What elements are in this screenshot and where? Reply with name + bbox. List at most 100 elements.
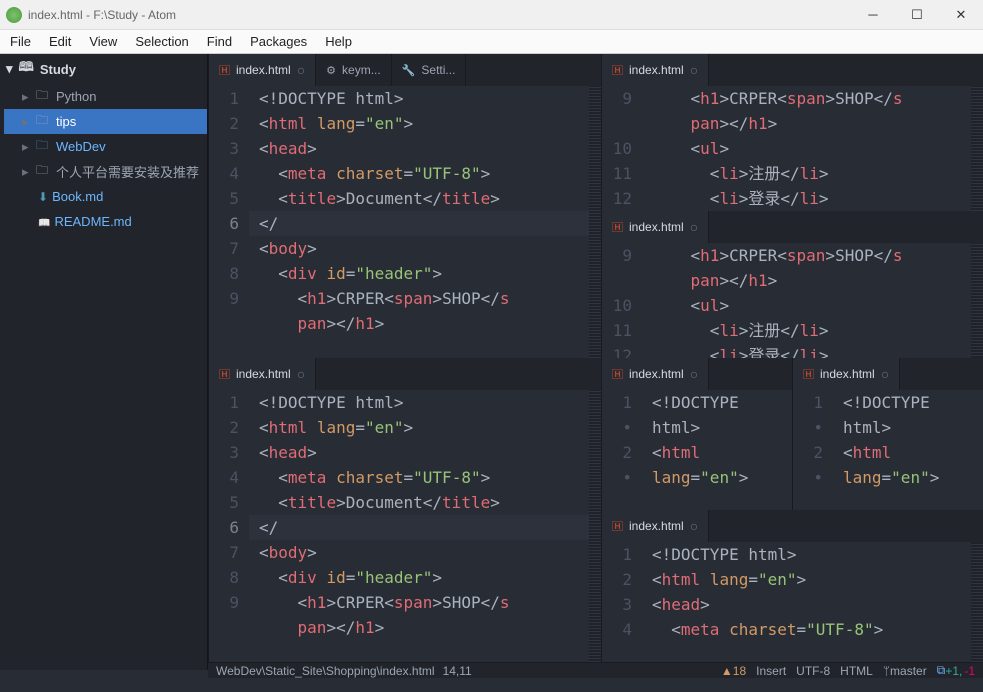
close-icon[interactable]: ○ bbox=[297, 62, 305, 78]
code-content[interactable]: <!DOCTYPE html> <html lang="en"> <head> … bbox=[642, 542, 983, 662]
tree-file-book-md[interactable]: Book.md bbox=[4, 184, 207, 209]
status-git-additions[interactable]: +1, bbox=[945, 664, 962, 678]
code-editor[interactable]: 1•2• <!DOCTYPE html> <html lang="en"> bbox=[793, 390, 983, 510]
code-content[interactable]: <!DOCTYPE html> <html lang="en"> <head> … bbox=[249, 86, 601, 358]
line-gutter: 123456789 bbox=[209, 390, 249, 662]
code-editor[interactable]: 1•2• <!DOCTYPE html> <html lang="en"> bbox=[602, 390, 792, 510]
git-branch-icon: ᛘ bbox=[883, 664, 890, 678]
tree-label: Book.md bbox=[52, 189, 103, 204]
menu-file[interactable]: File bbox=[10, 34, 31, 49]
code-content[interactable]: <h1>CRPER<span>SHOP</s pan></h1> <ul> <l… bbox=[642, 86, 983, 211]
lint-count[interactable]: 18 bbox=[733, 664, 746, 678]
tree-label: tips bbox=[56, 114, 76, 129]
code-editor[interactable]: 123456789 <!DOCTYPE html> <html lang="en… bbox=[209, 86, 601, 358]
menu-help[interactable]: Help bbox=[325, 34, 352, 49]
menu-edit[interactable]: Edit bbox=[49, 34, 71, 49]
html-file-icon bbox=[219, 366, 230, 382]
editor-pane-top-left: index.html ○ keym... Setti... bbox=[208, 54, 601, 358]
tree-folder-platform[interactable]: ▸ 个人平台需要安装及推荐 bbox=[4, 159, 207, 184]
code-content[interactable]: <!DOCTYPE html> <html lang="en"> bbox=[642, 390, 792, 510]
editor-pane-top-right-2: index.html ○ 9101112 <h1>CRPER<span>SHOP… bbox=[601, 211, 983, 368]
close-icon[interactable]: ○ bbox=[690, 518, 698, 534]
minimap[interactable] bbox=[971, 542, 983, 662]
minimap[interactable] bbox=[589, 86, 601, 358]
tab-bar: index.html ○ bbox=[793, 358, 983, 390]
html-file-icon bbox=[612, 62, 623, 78]
code-content[interactable]: <h1>CRPER<span>SHOP</s pan></h1> <ul> <l… bbox=[642, 243, 983, 368]
editor-pane-bottom-right-3: index.html ○ 1234 <!DOCTYPE html> <html … bbox=[601, 510, 983, 662]
chevron-right-icon: ▸ bbox=[22, 114, 34, 130]
menu-find[interactable]: Find bbox=[207, 34, 232, 49]
tab-index-html[interactable]: index.html ○ bbox=[602, 211, 709, 243]
chevron-right-icon: ▸ bbox=[22, 164, 34, 180]
line-gutter: 9101112 bbox=[602, 243, 642, 368]
tab-bar: index.html ○ keym... Setti... bbox=[209, 54, 601, 86]
line-gutter: 123456789 bbox=[209, 86, 249, 358]
line-gutter: 1234 bbox=[602, 542, 642, 662]
status-encoding[interactable]: UTF-8 bbox=[796, 664, 830, 678]
project-root[interactable]: ▾ 🕮 Study bbox=[0, 54, 207, 84]
tab-index-html[interactable]: index.html ○ bbox=[602, 54, 709, 86]
tab-bar: index.html ○ bbox=[602, 54, 983, 86]
close-icon[interactable]: ○ bbox=[690, 62, 698, 78]
tree-file-readme-md[interactable]: README.md bbox=[4, 209, 207, 234]
tab-index-html[interactable]: index.html ○ bbox=[793, 358, 900, 390]
file-tree-sidebar: ▾ 🕮 Study ▸ Python ▸ tips ▸ WebDev ▸ bbox=[0, 54, 208, 670]
tab-index-html[interactable]: index.html ○ bbox=[209, 54, 316, 86]
status-insert-mode[interactable]: Insert bbox=[756, 664, 786, 678]
chevron-right-icon: ▸ bbox=[22, 139, 34, 155]
book-icon: 🕮 bbox=[19, 58, 34, 80]
wrench-icon bbox=[402, 63, 416, 77]
close-icon[interactable]: ○ bbox=[690, 366, 698, 382]
tab-keymap[interactable]: keym... bbox=[316, 54, 392, 86]
chevron-right-icon: ▸ bbox=[22, 89, 34, 105]
git-diff-icon: ⧉ bbox=[937, 663, 946, 678]
minimize-button[interactable]: ─ bbox=[851, 0, 895, 30]
minimap[interactable] bbox=[589, 390, 601, 662]
minimap[interactable] bbox=[971, 86, 983, 211]
code-editor[interactable]: 9101112 <h1>CRPER<span>SHOP</s pan></h1>… bbox=[602, 243, 983, 368]
html-file-icon bbox=[612, 219, 623, 235]
code-editor[interactable]: 9101112 <h1>CRPER<span>SHOP</s pan></h1>… bbox=[602, 86, 983, 211]
editor-pane-bottom-left: index.html ○ 123456789 <!DOCTYPE html> <… bbox=[208, 358, 601, 662]
tree-label: README.md bbox=[54, 214, 131, 229]
close-icon[interactable]: ○ bbox=[690, 219, 698, 235]
menu-selection[interactable]: Selection bbox=[135, 34, 188, 49]
tree-folder-python[interactable]: ▸ Python bbox=[4, 84, 207, 109]
tree-folder-tips[interactable]: ▸ tips bbox=[4, 109, 207, 134]
status-language[interactable]: HTML bbox=[840, 664, 873, 678]
line-gutter: 9101112 bbox=[602, 86, 642, 211]
close-icon[interactable]: ○ bbox=[297, 366, 305, 382]
menu-packages[interactable]: Packages bbox=[250, 34, 307, 49]
editor-pane-top-right-1: index.html ○ 9101112 <h1>CRPER<span>SHOP… bbox=[601, 54, 983, 211]
tab-index-html[interactable]: index.html ○ bbox=[209, 358, 316, 390]
tree-folder-webdev[interactable]: ▸ WebDev bbox=[4, 134, 207, 159]
tab-bar: index.html ○ bbox=[602, 211, 983, 243]
tree-label: WebDev bbox=[56, 139, 106, 154]
code-editor[interactable]: 123456789 <!DOCTYPE html> <html lang="en… bbox=[209, 390, 601, 662]
html-file-icon bbox=[803, 366, 814, 382]
code-content[interactable]: <!DOCTYPE html> <html lang="en"> bbox=[833, 390, 983, 510]
status-cursor-position[interactable]: 14,11 bbox=[443, 664, 472, 678]
code-editor[interactable]: 1234 <!DOCTYPE html> <html lang="en"> <h… bbox=[602, 542, 983, 662]
maximize-button[interactable]: ☐ bbox=[895, 0, 939, 30]
warning-icon[interactable]: ▲ bbox=[721, 664, 733, 678]
code-content[interactable]: <!DOCTYPE html> <html lang="en"> <head> … bbox=[249, 390, 601, 662]
status-bar: WebDev\Static_Site\Shopping\index.html 1… bbox=[208, 662, 983, 678]
tab-index-html[interactable]: index.html ○ bbox=[602, 510, 709, 542]
status-git-branch[interactable]: master bbox=[890, 664, 927, 678]
project-name: Study bbox=[40, 62, 76, 77]
tab-bar: index.html ○ bbox=[602, 358, 792, 390]
menu-view[interactable]: View bbox=[89, 34, 117, 49]
line-gutter: 1•2• bbox=[602, 390, 642, 510]
tab-bar: index.html ○ bbox=[209, 358, 601, 390]
folder-icon bbox=[36, 111, 52, 132]
status-git-deletions[interactable]: -1 bbox=[964, 664, 975, 678]
window-titlebar: index.html - F:\Study - Atom ─ ☐ ✕ bbox=[0, 0, 983, 30]
tab-settings[interactable]: Setti... bbox=[392, 54, 467, 86]
minimap[interactable] bbox=[971, 243, 983, 368]
status-file-path[interactable]: WebDev\Static_Site\Shopping\index.html bbox=[216, 664, 435, 678]
tab-index-html[interactable]: index.html ○ bbox=[602, 358, 709, 390]
close-icon[interactable]: ○ bbox=[881, 366, 889, 382]
close-window-button[interactable]: ✕ bbox=[939, 0, 983, 30]
